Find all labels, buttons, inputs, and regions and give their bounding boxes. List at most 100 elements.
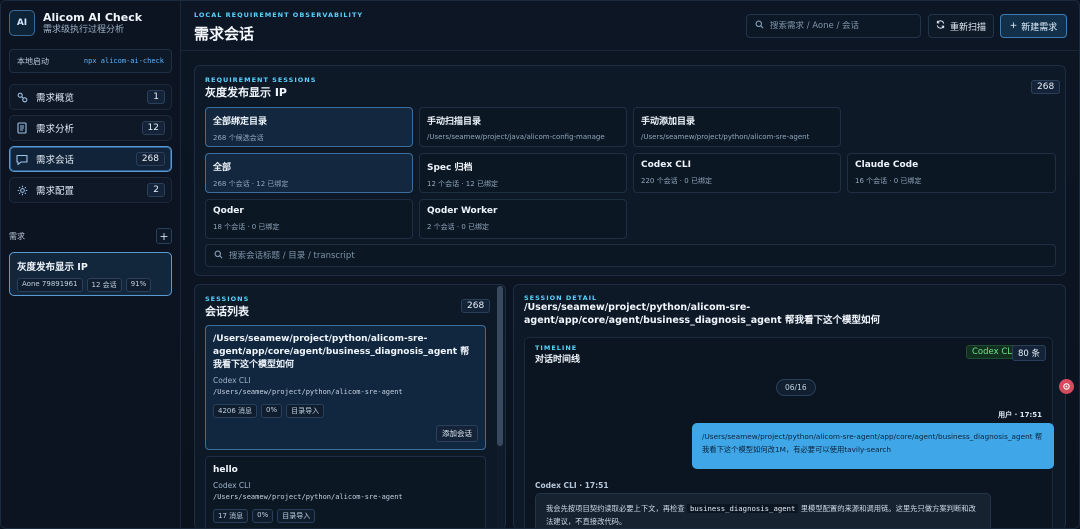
source-subtitle: 2 个会话 · 0 已绑定 bbox=[427, 223, 490, 231]
source-subtitle: 16 个会话 · 0 已绑定 bbox=[855, 177, 922, 185]
source-filter-spec[interactable]: Spec 归档 12 个会话 · 12 已绑定 bbox=[419, 153, 627, 193]
sidebar: AI Alicom AI Check 需求级执行过程分析 本地启动 npx al… bbox=[1, 1, 181, 528]
timeline: TIMELINE 对话时间线 Codex CLI 80 条 06/16 用户 ·… bbox=[524, 337, 1054, 528]
brand: AI Alicom AI Check 需求级执行过程分析 bbox=[9, 10, 142, 36]
source-title: 全部 bbox=[213, 163, 232, 173]
session-item[interactable]: hello Codex CLI /Users/seamew/project/py… bbox=[205, 456, 486, 528]
search-icon bbox=[755, 20, 764, 32]
sidebar-item-sessions[interactable]: 需求会话 268 bbox=[9, 146, 172, 172]
new-requirement-button[interactable]: + 新建需求 bbox=[1000, 14, 1067, 38]
session-message-count: 17 消息 bbox=[213, 509, 249, 523]
requirement-search-input[interactable] bbox=[770, 21, 912, 31]
filter-title: 手动扫描目录 bbox=[427, 117, 482, 127]
rescan-label: 重新扫描 bbox=[949, 22, 986, 33]
filter-manual-add-dir[interactable]: 手动添加目录 /Users/seamew/project/python/alic… bbox=[633, 107, 841, 147]
session-detail-title: /Users/seamew/project/python/alicom-sre-… bbox=[524, 302, 880, 326]
source-filter-all[interactable]: 全部 268 个会话 · 12 已绑定 bbox=[205, 153, 413, 193]
filter-subtitle: /Users/seamew/project/java/alicom-config… bbox=[427, 133, 605, 141]
requirement-sessions-panel: REQUIREMENT SESSIONS 灰度发布显示 IP 268 全部绑定目… bbox=[194, 65, 1066, 276]
app-window: AI Alicom AI Check 需求级执行过程分析 本地启动 npx al… bbox=[0, 0, 1080, 529]
brand-subtitle: 需求级执行过程分析 bbox=[43, 24, 125, 35]
sidebar-item-count: 1 bbox=[147, 90, 165, 104]
filter-title: 全部绑定目录 bbox=[213, 117, 268, 127]
brand-title: Alicom AI Check bbox=[43, 10, 143, 24]
sidebar-item-config[interactable]: 需求配置 2 bbox=[9, 177, 172, 203]
filter-subtitle: /Users/seamew/project/python/alicom-sre-… bbox=[641, 133, 810, 141]
session-path: /Users/seamew/project/python/alicom-sre-… bbox=[213, 388, 403, 396]
floating-assistant-icon[interactable] bbox=[1059, 379, 1074, 394]
add-session-button[interactable]: 添加会话 bbox=[436, 425, 478, 442]
requirement-search[interactable] bbox=[746, 14, 921, 38]
timeline-eyebrow: TIMELINE bbox=[535, 344, 578, 352]
sidebar-item-analysis[interactable]: 需求分析 12 bbox=[9, 115, 172, 141]
source-subtitle: 12 个会话 · 12 已绑定 bbox=[427, 180, 498, 188]
source-filter-qoder[interactable]: Qoder 18 个会话 · 0 已绑定 bbox=[205, 199, 413, 239]
requirement-sessions-eyebrow: REQUIREMENT SESSIONS bbox=[205, 76, 317, 84]
rescan-button[interactable]: 重新扫描 bbox=[928, 14, 994, 38]
sessions-scrollbar[interactable] bbox=[497, 286, 503, 528]
sidebar-item-label: 需求分析 bbox=[36, 124, 75, 135]
requirement-sessions-count: 268 bbox=[1031, 80, 1061, 94]
sidebar-item-count: 2 bbox=[147, 183, 165, 197]
sidebar-item-label: 需求会话 bbox=[36, 155, 75, 166]
session-search[interactable] bbox=[205, 244, 1056, 267]
main-header: LOCAL REQUIREMENT OBSERVABILITY 需求会话 重新扫… bbox=[181, 1, 1079, 51]
user-message-meta: 用户 · 17:51 bbox=[998, 411, 1042, 419]
document-icon bbox=[16, 122, 28, 134]
source-filter-codex[interactable]: Codex CLI 220 个会话 · 0 已绑定 bbox=[633, 153, 841, 193]
requirement-sessions-title: 灰度发布显示 IP bbox=[205, 86, 287, 99]
requirements-label: 需求 bbox=[9, 231, 25, 241]
source-title: Codex CLI bbox=[641, 160, 691, 170]
sidebar-item-count: 268 bbox=[135, 152, 165, 166]
assistant-text-pre: 我会先按项目契约读取必要上下文，再检查 bbox=[546, 504, 685, 513]
requirement-aone-tag: Aone 79891961 bbox=[17, 278, 83, 292]
sessions-count: 268 bbox=[461, 299, 491, 313]
filter-all-bound-dirs[interactable]: 全部绑定目录 268 个候选会话 bbox=[205, 107, 413, 147]
session-progress: 0% bbox=[261, 404, 283, 418]
brand-logo: AI bbox=[9, 10, 35, 36]
sidebar-item-overview[interactable]: 需求概览 1 bbox=[9, 84, 172, 110]
session-item[interactable]: /Users/seamew/project/python/alicom-sre-… bbox=[205, 325, 486, 450]
requirement-title: 灰度发布显示 IP bbox=[17, 262, 88, 273]
timeline-title: 对话时间线 bbox=[535, 355, 581, 365]
filter-manual-scan-dir[interactable]: 手动扫描目录 /Users/seamew/project/java/alicom… bbox=[419, 107, 627, 147]
source-title: Qoder Worker bbox=[427, 206, 498, 216]
source-title: Claude Code bbox=[855, 160, 919, 170]
assistant-message-meta: Codex CLI · 17:51 bbox=[535, 481, 609, 490]
new-requirement-label: 新建需求 bbox=[1021, 22, 1058, 33]
requirements-header: 需求 + bbox=[9, 228, 172, 244]
plus-icon: + bbox=[1009, 21, 1018, 31]
timeline-count: 80 条 bbox=[1012, 345, 1047, 361]
timeline-date: 06/16 bbox=[776, 379, 816, 396]
local-start-command: npx alicom-ai-check bbox=[83, 57, 164, 65]
requirement-card[interactable]: 灰度发布显示 IP Aone 79891961 12 会话 91% bbox=[9, 252, 172, 296]
requirement-session-tag: 12 会话 bbox=[86, 278, 122, 292]
source-title: Spec 归档 bbox=[427, 163, 473, 173]
add-requirement-button[interactable]: + bbox=[156, 228, 172, 244]
session-title: hello bbox=[213, 465, 238, 475]
assistant-code: business_diagnosis_agent bbox=[686, 504, 799, 513]
source-filter-claude[interactable]: Claude Code 16 个会话 · 0 已绑定 bbox=[847, 153, 1056, 193]
source-subtitle: 268 个会话 · 12 已绑定 bbox=[213, 180, 289, 188]
sessions-scroll-thumb[interactable] bbox=[497, 286, 503, 446]
source-filter-qoder-worker[interactable]: Qoder Worker 2 个会话 · 0 已绑定 bbox=[419, 199, 627, 239]
session-progress: 0% bbox=[252, 509, 274, 523]
session-import-tag: 目录导入 bbox=[286, 404, 325, 418]
source-title: Qoder bbox=[213, 206, 244, 216]
sidebar-item-label: 需求概览 bbox=[36, 93, 75, 104]
session-title: /Users/seamew/project/python/alicom-sre-… bbox=[213, 334, 470, 370]
session-detail-panel: SESSION DETAIL /Users/seamew/project/pyt… bbox=[513, 284, 1066, 528]
settings-icon bbox=[16, 184, 28, 196]
session-search-input[interactable] bbox=[229, 250, 1047, 261]
user-message: /Users/seamew/project/python/alicom-sre-… bbox=[692, 423, 1054, 469]
assistant-message: 我会先按项目契约读取必要上下文，再检查 business_diagnosis_a… bbox=[535, 493, 991, 528]
session-import-tag: 目录导入 bbox=[277, 509, 316, 523]
local-start-box: 本地启动 npx alicom-ai-check bbox=[9, 49, 172, 73]
sidebar-item-label: 需求配置 bbox=[36, 186, 75, 197]
refresh-icon bbox=[936, 20, 945, 32]
session-source: Codex CLI bbox=[213, 481, 251, 490]
header-eyebrow: LOCAL REQUIREMENT OBSERVABILITY bbox=[194, 11, 364, 19]
page-title: 需求会话 bbox=[194, 25, 255, 43]
source-subtitle: 18 个会话 · 0 已绑定 bbox=[213, 223, 280, 231]
sessions-panel: SESSIONS 会话列表 268 /Users/seamew/project/… bbox=[194, 284, 506, 528]
